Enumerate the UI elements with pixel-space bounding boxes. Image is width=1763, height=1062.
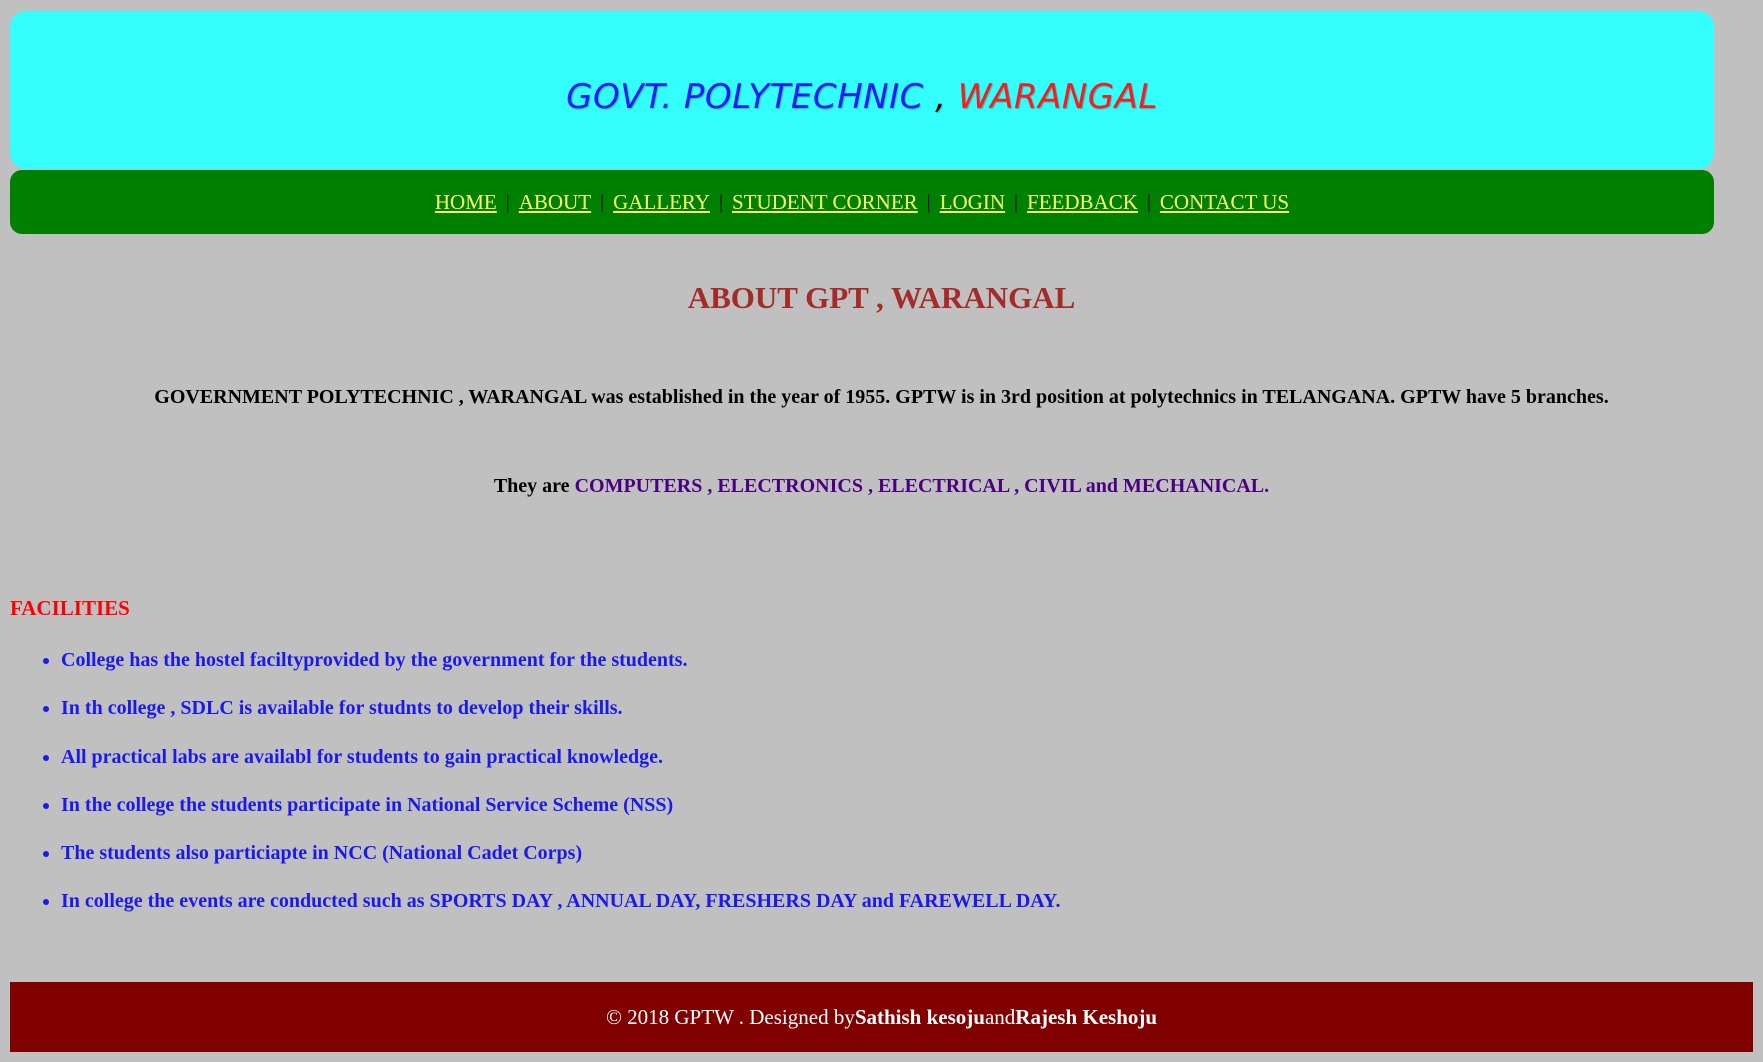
nav-bar: HOME | ABOUT | GALLERY | STUDENT CORNER … bbox=[10, 170, 1714, 234]
about-paragraph: GOVERNMENT POLYTECHNIC , WARANGAL was es… bbox=[154, 386, 1609, 408]
facility-item: The students also particiapte in NCC (Na… bbox=[61, 840, 1060, 888]
facilities-heading: FACILITIES bbox=[10, 596, 130, 620]
branches-lead: They are bbox=[493, 475, 575, 497]
nav-separator: | bbox=[718, 190, 723, 213]
footer-joiner: and bbox=[984, 1004, 1016, 1029]
footer-author-2: Rajesh Keshoju bbox=[1015, 1004, 1158, 1029]
footer-copyright: © 2018 GPTW . Designed by bbox=[605, 1004, 855, 1029]
nav-link-gallery[interactable]: GALLERY bbox=[613, 190, 710, 215]
facility-item: In college the events are conducted such… bbox=[61, 888, 1060, 936]
facility-item: In the college the students participate … bbox=[61, 792, 1060, 840]
facilities-list: College has the hostel faciltyprovided b… bbox=[0, 647, 1060, 937]
nav-separator: | bbox=[600, 190, 605, 213]
branches-list: COMPUTERS , ELECTRONICS , ELECTRICAL , C… bbox=[574, 475, 1270, 497]
nav-link-contact-us[interactable]: CONTACT US bbox=[1160, 190, 1289, 215]
branches-text: They are COMPUTERS , ELECTRONICS , ELECT… bbox=[0, 475, 1763, 498]
site-title: GOVT. POLYTECHNIC , WARANGAL bbox=[566, 77, 1158, 117]
site-title-main: GOVT. POLYTECHNIC bbox=[566, 77, 924, 117]
facility-item: In th college , SDLC is available for st… bbox=[61, 695, 1060, 743]
site-title-separator: , bbox=[923, 77, 958, 117]
nav-separator: | bbox=[926, 190, 931, 213]
site-footer: © 2018 GPTW . Designed by Sathish kesoju… bbox=[10, 982, 1753, 1052]
site-title-city: WARANGAL bbox=[957, 77, 1158, 117]
nav-link-home[interactable]: HOME bbox=[435, 190, 497, 215]
about-heading: ABOUT GPT , WARANGAL bbox=[687, 280, 1076, 315]
footer-author-1: Sathish kesoju bbox=[854, 1004, 985, 1029]
nav-separator: | bbox=[1014, 190, 1019, 213]
facility-item: College has the hostel faciltyprovided b… bbox=[61, 647, 1060, 695]
nav-separator: | bbox=[1146, 190, 1151, 213]
site-header: GOVT. POLYTECHNIC , WARANGAL bbox=[10, 11, 1714, 169]
nav-link-about[interactable]: ABOUT bbox=[519, 190, 591, 215]
nav-link-student-corner[interactable]: STUDENT CORNER bbox=[732, 190, 918, 215]
nav-link-login[interactable]: LOGIN bbox=[940, 190, 1005, 215]
nav-separator: | bbox=[505, 190, 510, 213]
nav-link-feedback[interactable]: FEEDBACK bbox=[1027, 190, 1138, 215]
facility-item: All practical labs are availabl for stud… bbox=[61, 744, 1060, 792]
